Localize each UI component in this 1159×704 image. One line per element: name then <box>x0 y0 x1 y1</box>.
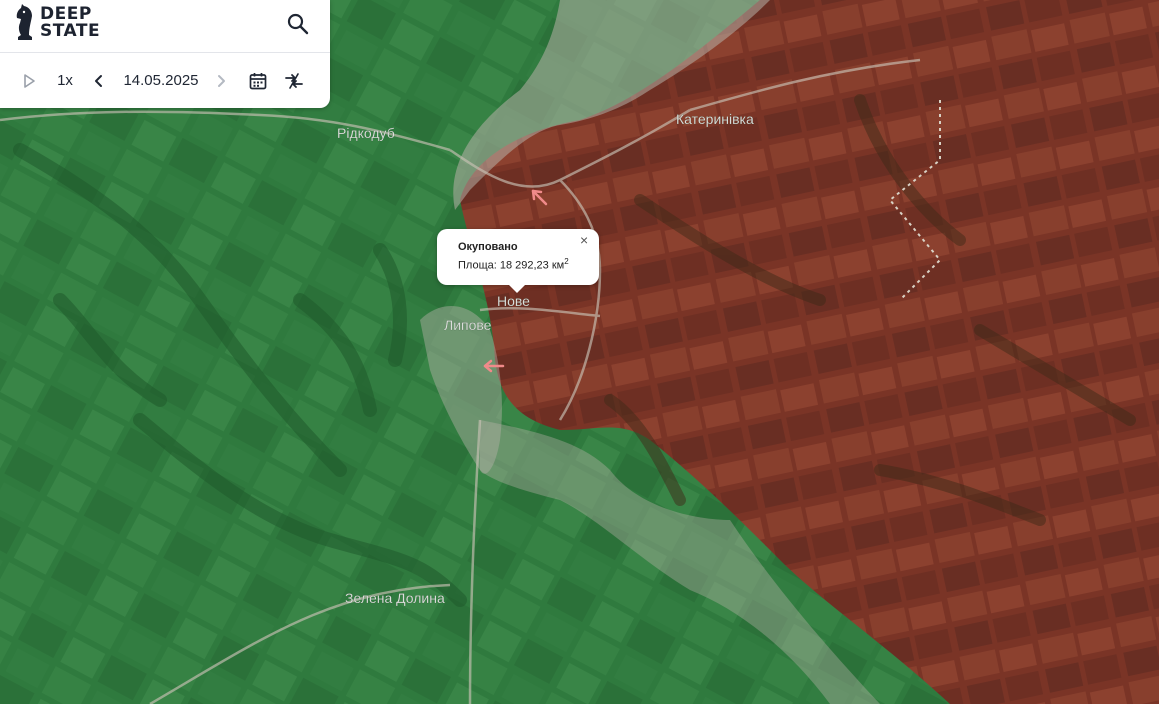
popup-area-text: Площа: 18 292,23 км <box>458 259 565 272</box>
play-icon <box>24 73 35 88</box>
chevron-left-icon <box>95 74 102 87</box>
control-panel: DEEP STATE 1x 14.05.2025 <box>0 0 330 108</box>
search-button[interactable] <box>284 10 312 38</box>
calendar-button[interactable] <box>244 53 272 108</box>
logo-line2: STATE <box>40 21 101 41</box>
popup-title: Окуповано <box>458 241 518 253</box>
logo-text: DEEP STATE <box>40 6 100 40</box>
speed-button[interactable]: 1x <box>50 53 80 108</box>
play-button[interactable] <box>16 53 42 108</box>
next-date-button[interactable] <box>210 53 232 108</box>
popup-area: Площа: 18 292,23 км2 <box>458 257 569 272</box>
popup-area-unit-sup: 2 <box>564 257 569 266</box>
compare-button[interactable] <box>280 53 308 108</box>
close-icon[interactable]: × <box>580 233 588 247</box>
timeline-controls: 1x 14.05.2025 <box>0 53 330 108</box>
place-label-zelena-dolyna[interactable]: Зелена Долина <box>345 590 445 606</box>
place-label-katerynivka[interactable]: Катеринівка <box>676 111 754 127</box>
popup-tip <box>508 284 526 293</box>
prev-date-button[interactable] <box>88 53 110 108</box>
chevron-right-icon <box>218 74 225 87</box>
compare-icon <box>285 72 303 89</box>
calendar-icon <box>249 72 267 89</box>
knight-logo <box>16 4 32 40</box>
search-icon <box>287 13 309 35</box>
info-popup: Окуповано Площа: 18 292,23 км2 × <box>437 229 599 293</box>
current-date[interactable]: 14.05.2025 <box>118 53 204 108</box>
place-label-ridkodub[interactable]: Рідкодуб <box>337 125 395 141</box>
app-logo[interactable]: DEEP STATE <box>14 4 100 42</box>
place-label-lypove[interactable]: Липове <box>444 317 492 333</box>
place-label-nove[interactable]: Нове <box>497 293 531 309</box>
